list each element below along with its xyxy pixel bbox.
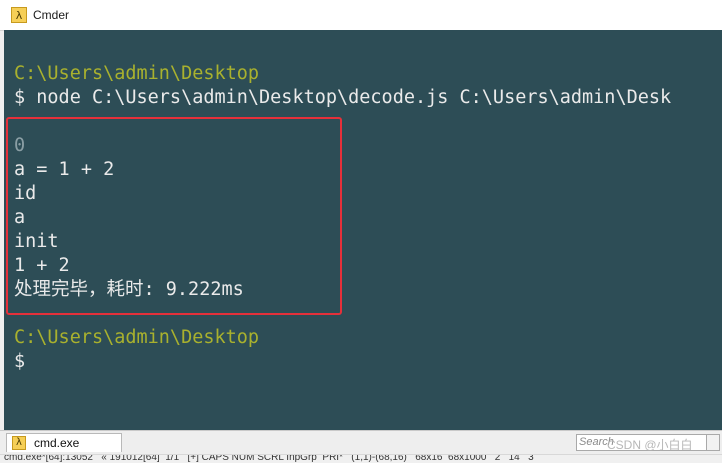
terminal-console[interactable]: C:\Users\admin\Desktop $ node C:\Users\a…	[4, 30, 722, 430]
terminal-line-prompt: $	[14, 351, 26, 372]
terminal-line-command: $ node C:\Users\admin\Desktop\decode.js …	[14, 87, 672, 108]
lambda-icon: λ	[11, 7, 27, 23]
tab-cmd[interactable]: λ cmd.exe	[6, 433, 122, 452]
title-bar[interactable]: λ Cmder	[0, 0, 722, 31]
terminal-line-path: C:\Users\admin\Desktop	[14, 63, 260, 84]
highlight-annotation-box	[6, 117, 342, 315]
watermark: CSDN @小白白	[607, 438, 693, 452]
terminal-line-path: C:\Users\admin\Desktop	[14, 327, 260, 348]
search-button[interactable]	[706, 434, 720, 451]
window-title: Cmder	[33, 8, 70, 22]
tab-label: cmd.exe	[34, 436, 80, 450]
lambda-icon: λ	[12, 436, 26, 450]
